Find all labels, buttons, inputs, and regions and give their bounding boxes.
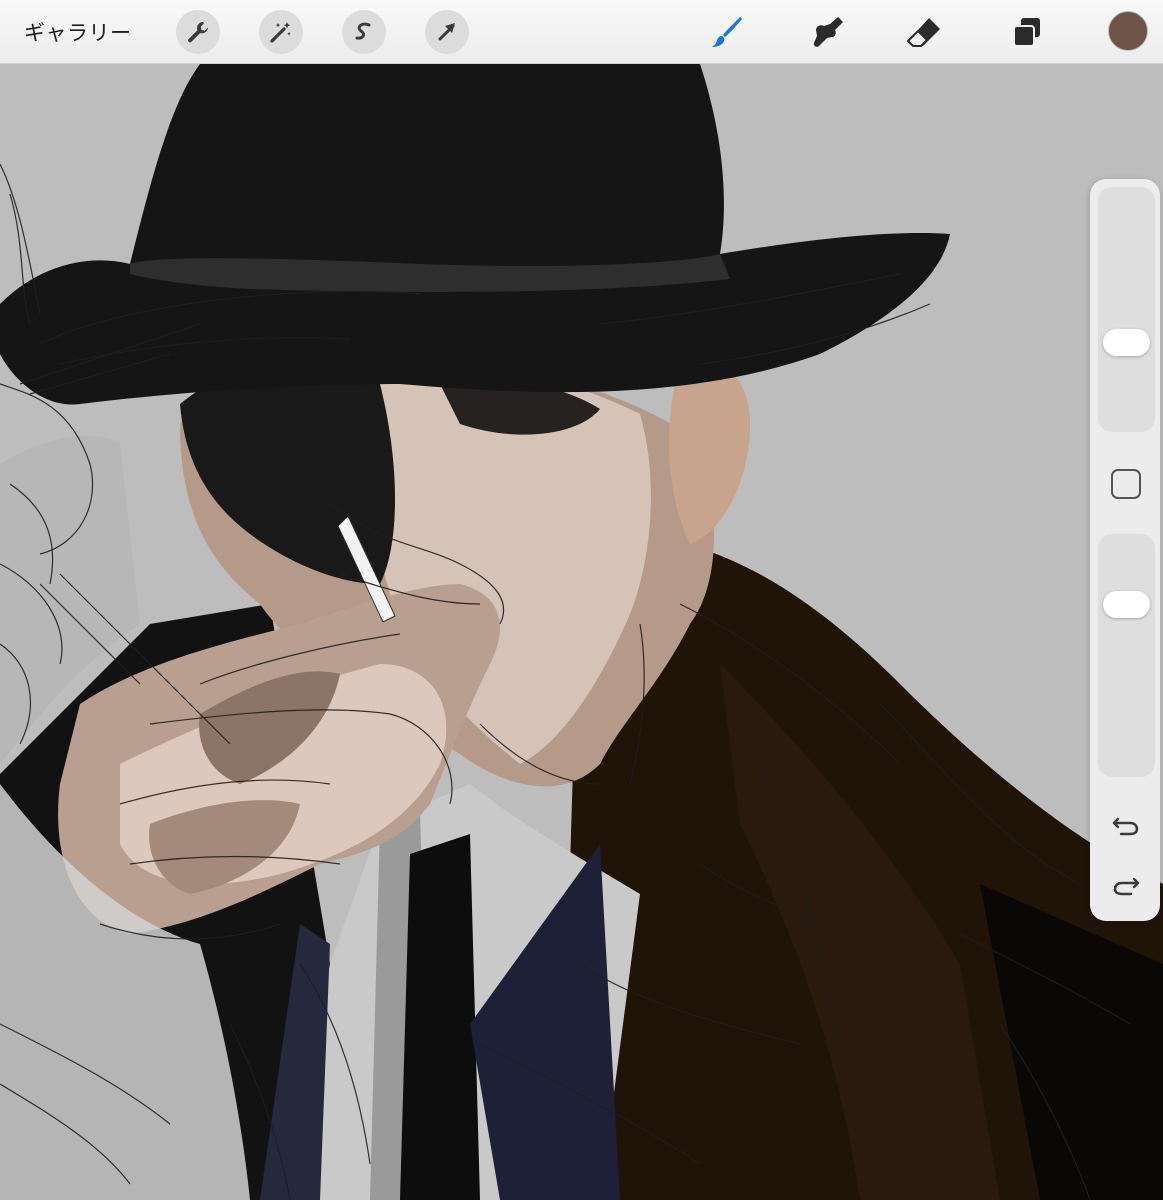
transform-arrow-icon[interactable] (425, 10, 469, 54)
brush-size-thumb[interactable] (1103, 329, 1150, 356)
opacity-thumb[interactable] (1103, 591, 1150, 618)
wrench-icon[interactable] (176, 10, 220, 54)
canvas[interactable] (0, 64, 1163, 1200)
opacity-slider[interactable] (1098, 534, 1155, 777)
redo-icon[interactable] (1110, 872, 1142, 900)
smudge-icon[interactable] (803, 10, 847, 54)
undo-icon[interactable] (1110, 812, 1142, 840)
side-panel (1090, 179, 1160, 921)
brush-size-slider[interactable] (1098, 187, 1155, 432)
color-swatch[interactable] (1108, 11, 1148, 51)
brush-icon[interactable] (705, 10, 749, 54)
eraser-icon[interactable] (902, 10, 946, 54)
layers-icon[interactable] (1005, 10, 1049, 54)
selection-icon[interactable] (342, 10, 386, 54)
square-icon[interactable] (1111, 469, 1141, 499)
magic-wand-icon[interactable] (259, 10, 303, 54)
top-toolbar: ギャラリー (0, 0, 1163, 64)
gallery-button[interactable]: ギャラリー (24, 17, 132, 47)
